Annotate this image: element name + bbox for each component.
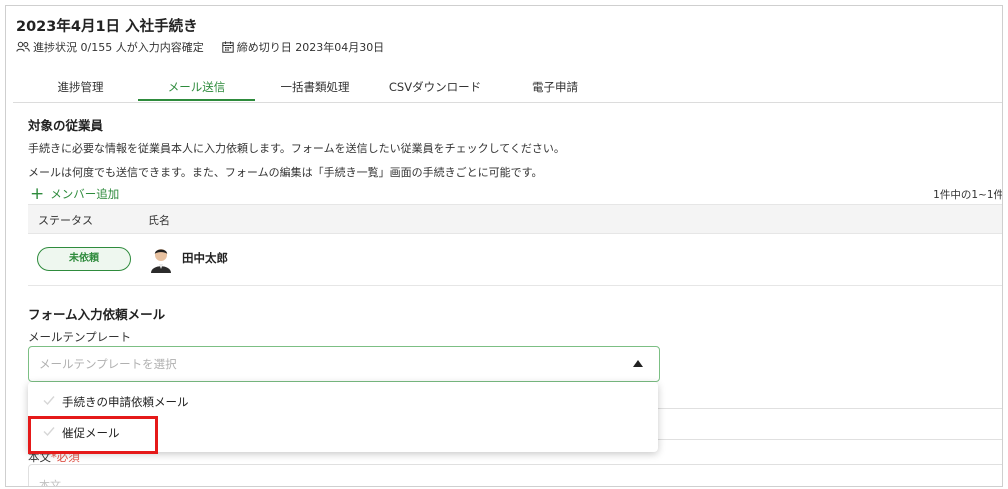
caret-up-icon[interactable]: [633, 360, 643, 367]
column-name: 氏名: [148, 214, 170, 227]
option-label: 手続きの申請依頼メール: [62, 395, 189, 409]
template-placeholder: メールテンプレートを選択: [39, 357, 177, 371]
employee-name[interactable]: 田中太郎: [182, 250, 228, 266]
template-select[interactable]: メールテンプレートを選択: [28, 346, 660, 382]
people-icon: [16, 41, 30, 52]
tab-progress[interactable]: 進捗管理: [23, 76, 138, 101]
column-status: ステータス: [38, 214, 93, 227]
add-member-label: メンバー追加: [50, 187, 120, 201]
option-application-request-mail[interactable]: 手続きの申請依頼メール: [28, 386, 658, 416]
status-badge: 未依頼: [37, 247, 131, 271]
procedure-meta: 進捗状況 0/155 人が入力内容確定 締め切り日 2023年04月30日: [16, 39, 402, 55]
deadline: 締め切り日 2023年04月30日: [222, 39, 384, 55]
body-textarea[interactable]: 本文: [28, 464, 1002, 487]
mail-heading: フォーム入力依頼メール: [28, 307, 166, 322]
page-title: 2023年4月1日 入社手続き: [16, 19, 198, 35]
table-row: 未依頼 田中太郎: [28, 233, 1002, 286]
procedure-panel: 2023年4月1日 入社手続き 進捗状況 0/155 人が入力内容確定 締め切り…: [5, 5, 1003, 487]
employees-heading: 対象の従業員: [28, 118, 104, 133]
tab-e-application[interactable]: 電子申請: [495, 76, 615, 101]
plus-icon: +: [30, 184, 45, 204]
employee-table-header: ステータス 氏名: [28, 204, 1002, 234]
result-count: 1件中の1~1件: [933, 189, 1003, 201]
tab-mail-send[interactable]: メール送信: [138, 76, 255, 101]
tab-bar: 進捗管理 メール送信 一括書類処理 CSVダウンロード 電子申請: [13, 76, 1002, 103]
template-label: メールテンプレート: [28, 330, 132, 344]
tab-csv-download[interactable]: CSVダウンロード: [375, 76, 495, 101]
calendar-icon: [222, 41, 234, 53]
check-icon: [43, 396, 55, 406]
progress-status: 進捗状況 0/155 人が入力内容確定: [16, 39, 204, 55]
tab-bulk-documents[interactable]: 一括書類処理: [255, 76, 375, 101]
body-placeholder: 本文: [39, 479, 61, 487]
progress-text: 進捗状況 0/155 人が入力内容確定: [33, 41, 204, 54]
employees-description-1: 手続きに必要な情報を従業員本人に入力依頼します。フォームを送信したい従業員をチェ…: [28, 142, 565, 155]
deadline-text: 締め切り日 2023年04月30日: [236, 41, 385, 54]
highlight-box: [28, 416, 158, 454]
avatar: [146, 243, 176, 273]
employees-description-2: メールは何度でも送信できます。また、フォームの編集は「手続き一覧」画面の手続きご…: [28, 166, 543, 179]
add-member-button[interactable]: + メンバー追加: [30, 184, 120, 204]
